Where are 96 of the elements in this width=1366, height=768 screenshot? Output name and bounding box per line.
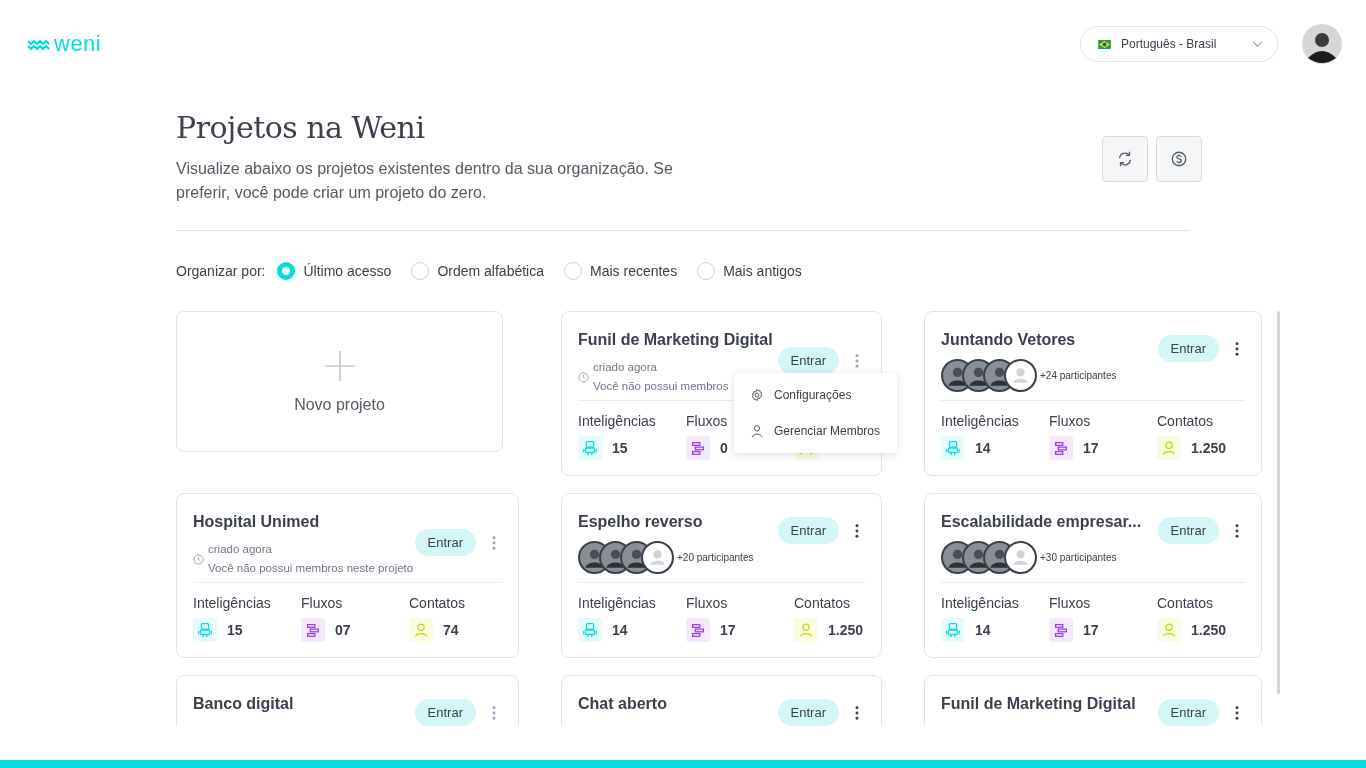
stat-label: Inteligências	[193, 594, 272, 613]
chevron-down-icon	[1252, 40, 1263, 48]
enter-button[interactable]: Entrar	[1157, 699, 1219, 726]
robot-icon	[193, 618, 217, 642]
enter-button[interactable]: Entrar	[777, 347, 839, 374]
stat-value: 15	[227, 622, 243, 638]
refresh-button[interactable]	[1102, 136, 1148, 182]
stat-label: Fluxos	[1049, 594, 1092, 613]
stat-value: 17	[720, 622, 736, 638]
stat-value: 1.250	[1191, 440, 1227, 456]
stat-label: Inteligências	[578, 412, 657, 431]
stat-label: Fluxos	[686, 594, 729, 613]
plus-icon	[323, 349, 356, 382]
stat-label: Contatos	[1157, 594, 1215, 613]
radio-label[interactable]: Ordem alfabética	[437, 263, 544, 279]
menu-item[interactable]: Gerenciar Membros	[734, 413, 897, 449]
flow-icon	[301, 618, 325, 642]
billing-button[interactable]	[1156, 136, 1202, 182]
radio-button[interactable]	[697, 262, 716, 280]
clock-icon	[193, 553, 204, 565]
stat-value: 14	[612, 622, 628, 638]
dollar-icon	[1170, 150, 1188, 168]
participants-count: +24 participantes	[1040, 370, 1117, 381]
avatar-icon[interactable]	[1302, 24, 1342, 64]
stat-value: 07	[335, 622, 351, 638]
radio-label[interactable]: Último acesso	[303, 263, 392, 279]
scrollbar[interactable]	[1277, 311, 1280, 694]
stat-label: Inteligências	[941, 412, 1020, 431]
avatar-icon	[1004, 359, 1037, 392]
kebab-menu-icon[interactable]	[1235, 341, 1239, 356]
stat-value: 14	[975, 622, 991, 638]
created-time: criado agora	[208, 542, 273, 557]
logo-text: weni	[54, 33, 102, 55]
stat-value: 74	[443, 622, 459, 638]
project-title: Chat aberto	[578, 694, 667, 714]
stat-label: Contatos	[794, 594, 852, 613]
stat-value: 17	[1083, 622, 1099, 638]
radio-button[interactable]	[277, 262, 296, 280]
page-title: Projetos na Weni	[176, 110, 426, 145]
participants-count: +30 participantes	[1040, 552, 1117, 563]
stat-label: Fluxos	[1049, 412, 1092, 431]
stat-value: 1.250	[828, 622, 864, 638]
enter-button[interactable]: Entrar	[1157, 517, 1219, 544]
radio-label[interactable]: Mais recentes	[590, 263, 678, 279]
stat-value: 0	[720, 440, 728, 456]
stat-label: Contatos	[1157, 412, 1215, 431]
robot-icon	[941, 618, 965, 642]
sort-label: Organizar por:	[176, 263, 266, 279]
stat-label: Inteligências	[941, 594, 1020, 613]
flow-icon	[1049, 436, 1073, 460]
kebab-menu-icon[interactable]	[1235, 705, 1239, 720]
menu-item[interactable]: Configurações	[734, 377, 897, 413]
project-title: Hospital Unimed	[193, 512, 321, 532]
waves-icon	[27, 37, 51, 51]
members-note: Você não possui membros	[593, 379, 729, 394]
kebab-menu-icon[interactable]	[855, 705, 859, 720]
page-description: Visualize abaixo os projetos existentes dentro da sua organização. Se preferir, você pode criar um projeto do zero.	[176, 159, 674, 203]
stat-value: 15	[612, 440, 628, 456]
members-note: Você não possui membros neste projeto	[208, 561, 414, 576]
flow-icon	[686, 436, 710, 460]
stat-value: 14	[975, 440, 991, 456]
radio-button[interactable]	[564, 262, 582, 280]
project-title: Funil de Marketing Digital	[941, 694, 1136, 714]
created-time: criado agora	[593, 360, 658, 375]
enter-button[interactable]: Entrar	[1157, 335, 1219, 362]
clock-icon	[578, 371, 589, 383]
enter-button[interactable]: Entrar	[414, 699, 476, 726]
enter-button[interactable]: Entrar	[777, 699, 839, 726]
robot-icon	[941, 436, 965, 460]
new-project-card[interactable]: Novo projeto	[176, 311, 503, 452]
stat-label: Fluxos	[301, 594, 344, 613]
radio-label[interactable]: Mais antigos	[723, 263, 802, 279]
stat-label: Contatos	[409, 594, 467, 613]
project-title: Funil de Marketing Digital	[578, 330, 773, 350]
refresh-icon	[1116, 150, 1134, 168]
gear-icon	[750, 388, 764, 402]
stat-label: Inteligências	[578, 594, 657, 613]
avatar-icon	[641, 541, 674, 574]
project-title: Escalabilidade empresar...	[941, 512, 1142, 532]
participants-count: +20 participantes	[677, 552, 754, 563]
flow-icon	[686, 618, 710, 642]
kebab-menu-icon[interactable]	[1235, 523, 1239, 538]
enter-button[interactable]: Entrar	[414, 529, 476, 556]
project-title: Juntando Vetores	[941, 330, 1077, 350]
project-title: Banco digital	[193, 694, 294, 714]
flag-icon	[1098, 39, 1111, 49]
stat-value: 1.250	[1191, 622, 1227, 638]
enter-button[interactable]: Entrar	[777, 517, 839, 544]
kebab-menu-icon[interactable]	[855, 523, 859, 538]
radio-button[interactable]	[411, 262, 430, 280]
avatar-icon	[1004, 541, 1037, 574]
robot-icon	[578, 436, 602, 460]
flow-icon	[1049, 618, 1073, 642]
stat-value: 17	[1083, 440, 1099, 456]
project-title: Espelho reverso	[578, 512, 704, 532]
robot-icon	[578, 618, 602, 642]
